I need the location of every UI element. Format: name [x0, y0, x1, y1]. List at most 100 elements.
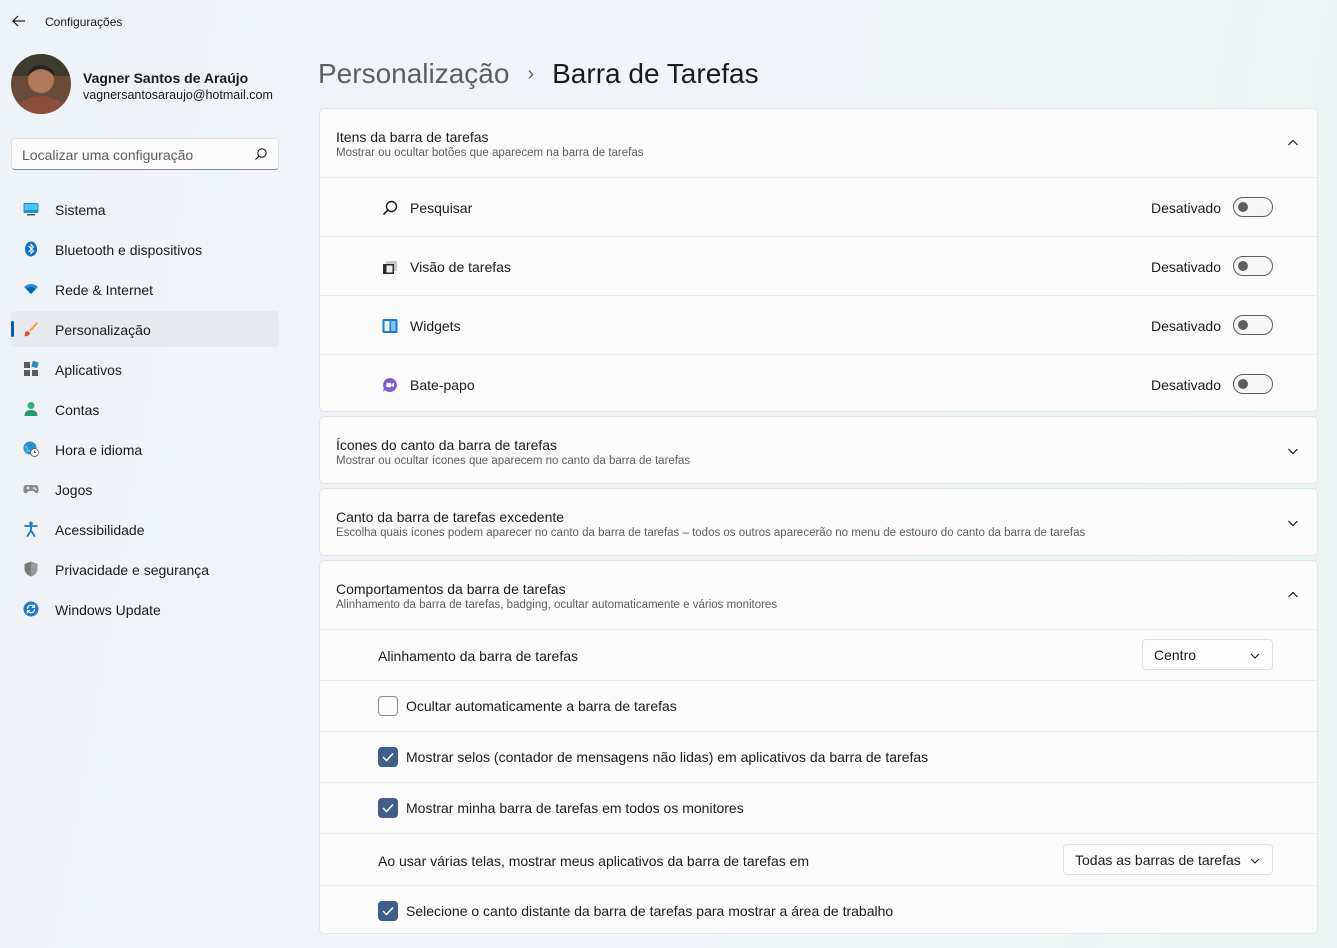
person-icon [24, 402, 38, 416]
badges-label: Mostrar selos (contador de mensagens não… [406, 749, 929, 765]
autohide-label: Ocultar automaticamente a barra de taref… [406, 698, 677, 714]
multi-display-row: Ao usar várias telas, mostrar meus aplic… [320, 833, 1317, 885]
all-monitors-row: Mostrar minha barra de tarefas em todos … [320, 782, 1317, 833]
monitor-icon [23, 203, 39, 216]
taskbar-item-row-chat: Bate-papo Desativado [320, 354, 1317, 413]
sidebar-item-label: Jogos [55, 482, 93, 498]
page-title: Barra de Tarefas [552, 58, 759, 89]
profile-name: Vagner Santos de Araújo [83, 70, 249, 86]
sidebar-item-aplicativos[interactable]: Aplicativos [11, 351, 279, 387]
taskbar-behaviors-section: Comportamentos da barra de tarefas Alinh… [319, 560, 1318, 934]
user-profile[interactable]: Vagner Santos de Araújo vagnersantosarau… [11, 54, 281, 116]
sidebar-item-label: Personalização [55, 322, 151, 338]
multi-display-dropdown[interactable]: Todas as barras de tarefas [1063, 844, 1273, 875]
sidebar-item-label: Aplicativos [55, 362, 122, 378]
sidebar-item-windows-update[interactable]: Windows Update [11, 591, 279, 627]
apps-icon [24, 361, 39, 376]
sidebar-item-label: Sistema [55, 202, 106, 218]
taskbar-item-row-task-view: Visão de tarefas Desativado [320, 236, 1317, 295]
search-icon [382, 200, 398, 216]
toggle-state-text: Desativado [1150, 318, 1221, 334]
chat-icon [383, 378, 397, 392]
section-subtitle: Alinhamento da barra de tarefas, badging… [336, 599, 778, 611]
sidebar-nav: Sistema Bluetooth e dispositivos Rede & … [11, 191, 279, 631]
search-input[interactable] [22, 145, 242, 165]
all-monitors-label: Mostrar minha barra de tarefas em todos … [406, 800, 744, 816]
chevron-down-icon[interactable] [1287, 517, 1299, 529]
section-title: Itens da barra de tarefas [336, 129, 489, 145]
corner-overflow-header[interactable]: Canto da barra de tarefas excedente Esco… [320, 489, 1317, 557]
wifi-icon [24, 284, 38, 294]
sidebar-item-label: Hora e idioma [55, 442, 143, 458]
sidebar-item-bluetooth[interactable]: Bluetooth e dispositivos [11, 231, 279, 267]
autohide-checkbox[interactable] [378, 696, 398, 716]
section-title: Comportamentos da barra de tarefas [336, 581, 566, 597]
sidebar-item-sistema[interactable]: Sistema [11, 191, 279, 227]
far-corner-row: Selecione o canto distante da barra de t… [320, 885, 1317, 936]
search-toggle[interactable] [1233, 197, 1273, 217]
settings-search[interactable] [11, 138, 279, 170]
sidebar-item-label: Bluetooth e dispositivos [55, 242, 203, 258]
sidebar-item-acessibilidade[interactable]: Acessibilidade [11, 511, 279, 547]
breadcrumb-separator-icon: › [527, 62, 535, 85]
back-button[interactable] [8, 10, 30, 32]
sidebar-item-label: Privacidade e segurança [55, 562, 210, 578]
row-label: Bate-papo [410, 377, 475, 393]
gamepad-icon [23, 485, 39, 494]
corner-icons-section[interactable]: Ícones do canto da barra de tarefas Most… [319, 416, 1318, 484]
sidebar-item-hora-idioma[interactable]: Hora e idioma [11, 431, 279, 467]
chevron-down-icon[interactable] [1287, 445, 1299, 457]
shield-icon [24, 561, 38, 577]
chevron-down-icon [1250, 653, 1260, 659]
taskbar-behaviors-header[interactable]: Comportamentos da barra de tarefas Alinh… [320, 561, 1317, 629]
search-icon[interactable] [254, 147, 268, 161]
corner-overflow-section[interactable]: Canto da barra de tarefas excedente Esco… [319, 488, 1318, 556]
brush-icon [24, 322, 38, 337]
alignment-dropdown[interactable]: Centro [1142, 639, 1273, 670]
toggle-state-text: Desativado [1150, 259, 1221, 275]
multi-display-value: Todas as barras de tarefas [1075, 852, 1241, 868]
section-subtitle: Mostrar ou ocultar ícones que aparecem n… [336, 455, 691, 467]
corner-icons-header[interactable]: Ícones do canto da barra de tarefas Most… [320, 417, 1317, 485]
widgets-icon [382, 319, 398, 333]
avatar [11, 54, 71, 114]
far-corner-label: Selecione o canto distante da barra de t… [406, 903, 894, 919]
row-label: Widgets [410, 318, 461, 334]
taskbar-items-header[interactable]: Itens da barra de tarefas Mostrar ou ocu… [320, 109, 1317, 177]
sidebar-item-contas[interactable]: Contas [11, 391, 279, 427]
all-monitors-checkbox[interactable] [378, 798, 398, 818]
checkmark-icon [382, 803, 394, 813]
sidebar-item-label: Acessibilidade [55, 522, 145, 538]
autohide-row: Ocultar automaticamente a barra de taref… [320, 680, 1317, 731]
sidebar-item-rede[interactable]: Rede & Internet [11, 271, 279, 307]
alignment-label: Alinhamento da barra de tarefas [378, 648, 579, 664]
chevron-up-icon[interactable] [1287, 589, 1299, 601]
chat-toggle[interactable] [1233, 374, 1273, 394]
checkmark-icon [382, 752, 394, 762]
sidebar-item-jogos[interactable]: Jogos [11, 471, 279, 507]
accessibility-icon [24, 521, 38, 537]
far-corner-checkbox[interactable] [378, 901, 398, 921]
alignment-row: Alinhamento da barra de tarefas Centro [320, 629, 1317, 680]
profile-email: vagnersantosaraujo@hotmail.com [83, 88, 273, 102]
sidebar-item-label: Rede & Internet [55, 282, 154, 298]
row-label: Visão de tarefas [410, 259, 511, 275]
section-subtitle: Escolha quais ícones podem aparecer no c… [336, 527, 1086, 539]
sidebar-item-personalizacao[interactable]: Personalização [11, 311, 279, 347]
chevron-down-icon [1250, 858, 1260, 864]
taskbar-item-row-search: Pesquisar Desativado [320, 177, 1317, 236]
chevron-up-icon[interactable] [1287, 137, 1299, 149]
widgets-toggle[interactable] [1233, 315, 1273, 335]
toggle-state-text: Desativado [1150, 200, 1221, 216]
sidebar-item-privacidade[interactable]: Privacidade e segurança [11, 551, 279, 587]
section-title: Ícones do canto da barra de tarefas [336, 437, 558, 453]
breadcrumb-parent[interactable]: Personalização [318, 58, 509, 90]
badges-checkbox[interactable] [378, 747, 398, 767]
title-bar: Configurações [0, 0, 1337, 42]
task-view-toggle[interactable] [1233, 256, 1273, 276]
update-icon [23, 601, 39, 617]
multi-display-label: Ao usar várias telas, mostrar meus aplic… [378, 853, 810, 869]
section-title: Canto da barra de tarefas excedente [336, 509, 565, 525]
taskbar-items-section: Itens da barra de tarefas Mostrar ou ocu… [319, 108, 1318, 412]
row-label: Pesquisar [410, 200, 473, 216]
